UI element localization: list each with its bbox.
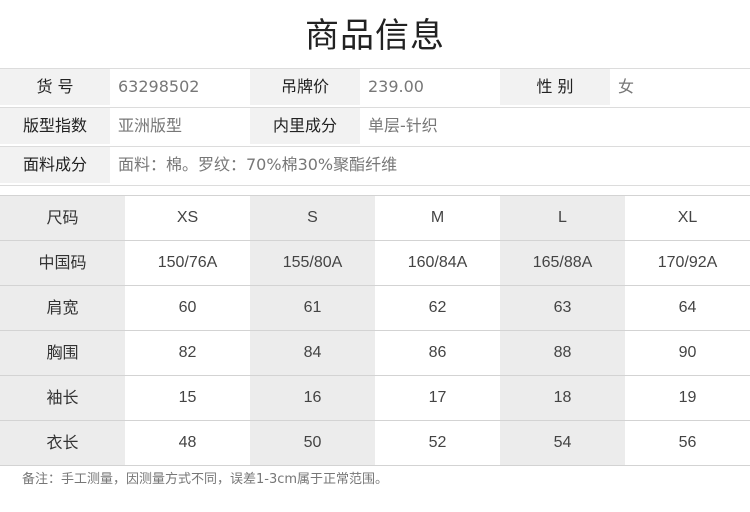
row-label: 中国码 [0,241,125,285]
table-cell: 17 [428,389,447,406]
table-cell: 86 [428,344,447,361]
info-label-fit: 版型指数 [0,108,110,144]
size-header-xl: XL [677,209,698,226]
table-cell: 84 [250,331,375,375]
info-value-tag-price: 239.00 [368,77,424,96]
info-value-item-no: 63298502 [118,77,200,96]
table-cell: 150/76A [157,254,218,271]
info-row-2: 版型指数 亚洲版型 内里成分 单层-针织 [0,108,750,146]
size-header-label: 尺码 [0,196,125,240]
table-cell: 50 [250,421,375,465]
divider [0,185,750,186]
table-cell: 155/80A [250,241,375,285]
info-value-gender: 女 [618,77,635,96]
table-row: 衣长 48 50 52 54 56 [0,421,750,465]
row-label: 肩宽 [0,286,125,330]
table-cell: 56 [678,434,697,451]
table-row: 中国码 150/76A 155/80A 160/84A 165/88A 170/… [0,241,750,285]
row-label: 衣长 [0,421,125,465]
page-title: 商品信息 [305,16,445,56]
table-cell: 16 [250,376,375,420]
table-cell: 48 [178,434,197,451]
size-header-l: L [500,196,625,240]
row-label: 袖长 [0,376,125,420]
table-cell: 61 [250,286,375,330]
table-cell: 82 [178,344,197,361]
divider [0,465,750,466]
size-table-header: 尺码 XS S M L XL [0,196,750,240]
info-label-gender: 性 别 [500,69,610,105]
info-value-fabric: 面料：棉。罗纹：70%棉30%聚酯纤维 [118,155,398,174]
table-cell: 165/88A [500,241,625,285]
info-row-3: 面料成分 面料：棉。罗纹：70%棉30%聚酯纤维 [0,147,750,185]
table-cell: 54 [500,421,625,465]
table-cell: 90 [678,344,697,361]
table-cell: 60 [178,299,197,316]
table-cell: 15 [178,389,197,406]
table-cell: 62 [428,299,447,316]
table-row: 袖长 15 16 17 18 19 [0,376,750,420]
table-cell: 170/92A [657,254,718,271]
table-cell: 52 [428,434,447,451]
info-value-fit: 亚洲版型 [118,116,183,135]
measurement-note: 备注：手工测量，因测量方式不同，误差1-3cm属于正常范围。 [22,472,389,487]
table-cell: 63 [500,286,625,330]
table-cell: 18 [500,376,625,420]
row-label: 胸围 [0,331,125,375]
info-label-lining: 内里成分 [250,108,360,144]
size-header-xs: XS [176,209,199,226]
info-label-item-no: 货 号 [0,69,110,105]
table-cell: 160/84A [407,254,468,271]
table-cell: 19 [678,389,697,406]
info-row-1: 货 号 63298502 吊牌价 239.00 性 别 女 [0,69,750,107]
info-value-lining: 单层-针织 [368,116,438,135]
table-cell: 64 [678,299,697,316]
size-header-m: M [430,209,445,226]
info-label-tag-price: 吊牌价 [250,69,360,105]
table-cell: 88 [500,331,625,375]
size-header-s: S [250,196,375,240]
table-row: 肩宽 60 61 62 63 64 [0,286,750,330]
info-label-fabric: 面料成分 [0,147,110,183]
table-row: 胸围 82 84 86 88 90 [0,331,750,375]
